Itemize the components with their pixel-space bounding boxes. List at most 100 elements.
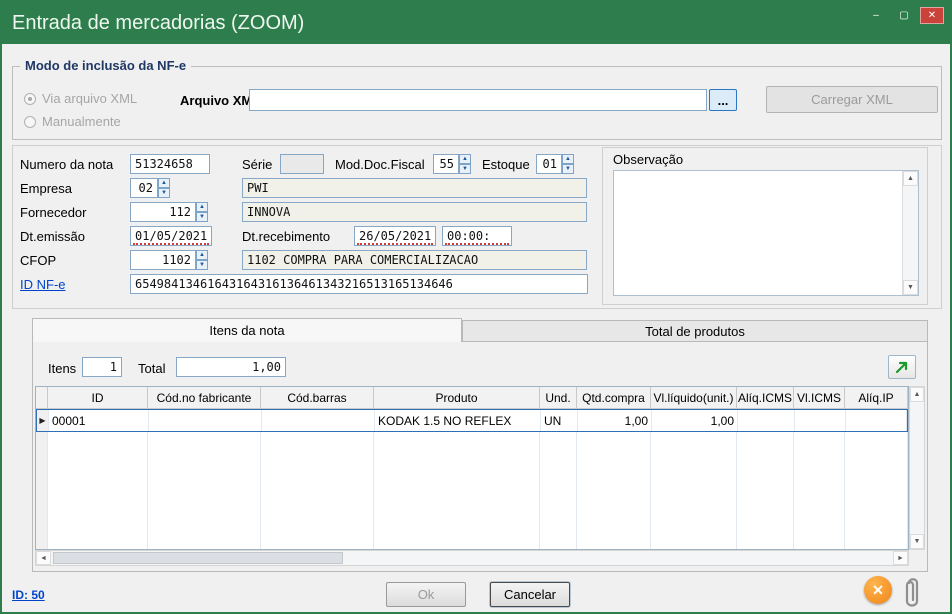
tab-itens-da-nota[interactable]: Itens da nota [32, 318, 462, 342]
row-marker-icon: ▶ [37, 410, 49, 431]
cell-aliq-icms[interactable] [738, 410, 795, 431]
spin-up-button[interactable]: ▲ [196, 202, 208, 212]
spin-down-button[interactable]: ▼ [459, 164, 471, 174]
column-header[interactable]: Und. [540, 387, 577, 409]
numero-da-nota-field[interactable]: 51324658 [130, 154, 210, 174]
row-selector-header [36, 387, 48, 409]
column-header[interactable]: ID [48, 387, 148, 409]
grid-action-button[interactable] [888, 355, 916, 379]
id-nfe-link[interactable]: ID NF-e [20, 277, 66, 292]
spin-down-button[interactable]: ▼ [196, 260, 208, 270]
spin-up-button[interactable]: ▲ [459, 154, 471, 164]
spin-up-button[interactable]: ▲ [158, 178, 170, 188]
cell-cod-barras[interactable] [262, 410, 375, 431]
column-header[interactable]: Alíq.ICMS [737, 387, 794, 409]
maximize-icon: ▢ [899, 10, 908, 21]
column-header[interactable]: Qtd.compra [577, 387, 651, 409]
titlebar: Entrada de mercadorias (ZOOM) [2, 2, 950, 44]
empresa-label: Empresa [20, 181, 72, 196]
load-xml-button[interactable]: Carregar XML [766, 86, 938, 113]
observacao-scrollbar[interactable]: ▲ ▼ [902, 171, 918, 295]
column-header[interactable]: Vl.ICMS [794, 387, 845, 409]
cell-cod-fabricante[interactable] [149, 410, 262, 431]
minimize-button[interactable]: – [864, 7, 888, 24]
green-arrow-icon [894, 359, 910, 375]
radio-manualmente-label: Manualmente [42, 114, 121, 129]
column-header[interactable]: Cód.barras [261, 387, 374, 409]
empresa-spinner: ▲ ▼ [158, 178, 170, 198]
estoque-field[interactable]: 01 [536, 154, 562, 174]
radio-manualmente[interactable]: Manualmente [24, 114, 121, 129]
empty-cell [148, 432, 261, 549]
empresa-name-field: PWI [242, 178, 587, 198]
scroll-left-icon[interactable]: ◄ [36, 551, 51, 565]
record-id-link[interactable]: ID: 50 [12, 588, 45, 602]
spin-down-button[interactable]: ▼ [562, 164, 574, 174]
observacao-panel: Observação ▲ ▼ [602, 147, 928, 305]
empty-cell [845, 432, 908, 549]
total-value-field[interactable]: 1,00 [176, 357, 286, 377]
spin-up-button[interactable]: ▲ [562, 154, 574, 164]
browse-xml-button[interactable]: ... [709, 89, 737, 111]
empresa-code-field[interactable]: 02 [130, 178, 158, 198]
scroll-down-icon[interactable]: ▼ [903, 280, 918, 295]
itens-count-field[interactable]: 1 [82, 357, 122, 377]
window-title: Entrada de mercadorias (ZOOM) [12, 12, 304, 35]
empty-cell [794, 432, 845, 549]
empty-cell [577, 432, 651, 549]
scroll-right-icon[interactable]: ► [893, 551, 908, 565]
nfe-inclusion-group-title: Modo de inclusão da NF-e [20, 58, 191, 73]
column-header[interactable]: Produto [374, 387, 540, 409]
cell-und[interactable]: UN [541, 410, 578, 431]
grid-vertical-scrollbar[interactable]: ▲ ▼ [909, 386, 925, 550]
id-nfe-field[interactable]: 6549841346164316431613646134321651316513… [130, 274, 588, 294]
spin-up-button[interactable]: ▲ [196, 250, 208, 260]
spin-down-button[interactable]: ▼ [158, 188, 170, 198]
column-header[interactable]: Cód.no fabricante [148, 387, 261, 409]
scrollbar-corner [909, 550, 925, 566]
radio-via-arquivo-xml[interactable]: Via arquivo XML [24, 91, 137, 106]
estoque-label: Estoque [482, 157, 530, 172]
scroll-up-icon[interactable]: ▲ [910, 387, 924, 402]
attachment-button[interactable] [903, 572, 923, 614]
tab-total-de-produtos[interactable]: Total de produtos [462, 320, 928, 342]
dt-emissao-label: Dt.emissão [20, 229, 85, 244]
dt-emissao-field[interactable]: 01/05/2021 [130, 226, 212, 246]
close-button[interactable]: ✕ [920, 7, 944, 24]
arquivo-xml-input[interactable] [249, 89, 707, 111]
serie-label: Série [242, 157, 272, 172]
grid-empty-area [36, 432, 908, 549]
observacao-textarea[interactable]: ▲ ▼ [613, 170, 919, 296]
fornecedor-code-field[interactable]: 112 [130, 202, 196, 222]
scroll-up-icon[interactable]: ▲ [903, 171, 918, 186]
cfop-description-field: 1102 COMPRA PARA COMERCIALIZACAO [242, 250, 587, 270]
cfop-spinner: ▲ ▼ [196, 250, 208, 270]
cell-id[interactable]: 00001 [49, 410, 149, 431]
dt-recebimento-field[interactable]: 26/05/2021 [354, 226, 436, 246]
cell-vl-icms[interactable] [795, 410, 846, 431]
abort-circle-button[interactable]: ✕ [864, 576, 892, 604]
cell-vl-liquido[interactable]: 1,00 [652, 410, 738, 431]
scroll-down-icon[interactable]: ▼ [910, 534, 924, 549]
cell-aliq-ipi[interactable] [846, 410, 907, 431]
column-header[interactable]: Vl.líquido(unit.) [651, 387, 737, 409]
cell-qtd-compra[interactable]: 1,00 [578, 410, 652, 431]
empty-cell [651, 432, 737, 549]
row-selector-column [36, 432, 48, 549]
grid-horizontal-scrollbar[interactable]: ◄ ► [35, 550, 909, 566]
fornecedor-label: Fornecedor [20, 205, 86, 220]
spin-down-button[interactable]: ▼ [196, 212, 208, 222]
column-header[interactable]: Alíq.IP [845, 387, 908, 409]
scrollbar-thumb[interactable] [53, 552, 343, 564]
cfop-code-field[interactable]: 1102 [130, 250, 196, 270]
cancel-button[interactable]: Cancelar [490, 582, 570, 607]
ok-button[interactable]: Ok [386, 582, 466, 607]
hora-recebimento-field[interactable]: 00:00: [442, 226, 512, 246]
cfop-label: CFOP [20, 253, 56, 268]
table-row[interactable]: ▶ 00001 KODAK 1.5 NO REFLEX UN 1,00 1,00 [36, 409, 908, 432]
serie-field[interactable] [280, 154, 324, 174]
cell-produto[interactable]: KODAK 1.5 NO REFLEX [375, 410, 541, 431]
maximize-button[interactable]: ▢ [892, 7, 916, 24]
fornecedor-spinner: ▲ ▼ [196, 202, 208, 222]
mod-doc-fiscal-field[interactable]: 55 [433, 154, 459, 174]
